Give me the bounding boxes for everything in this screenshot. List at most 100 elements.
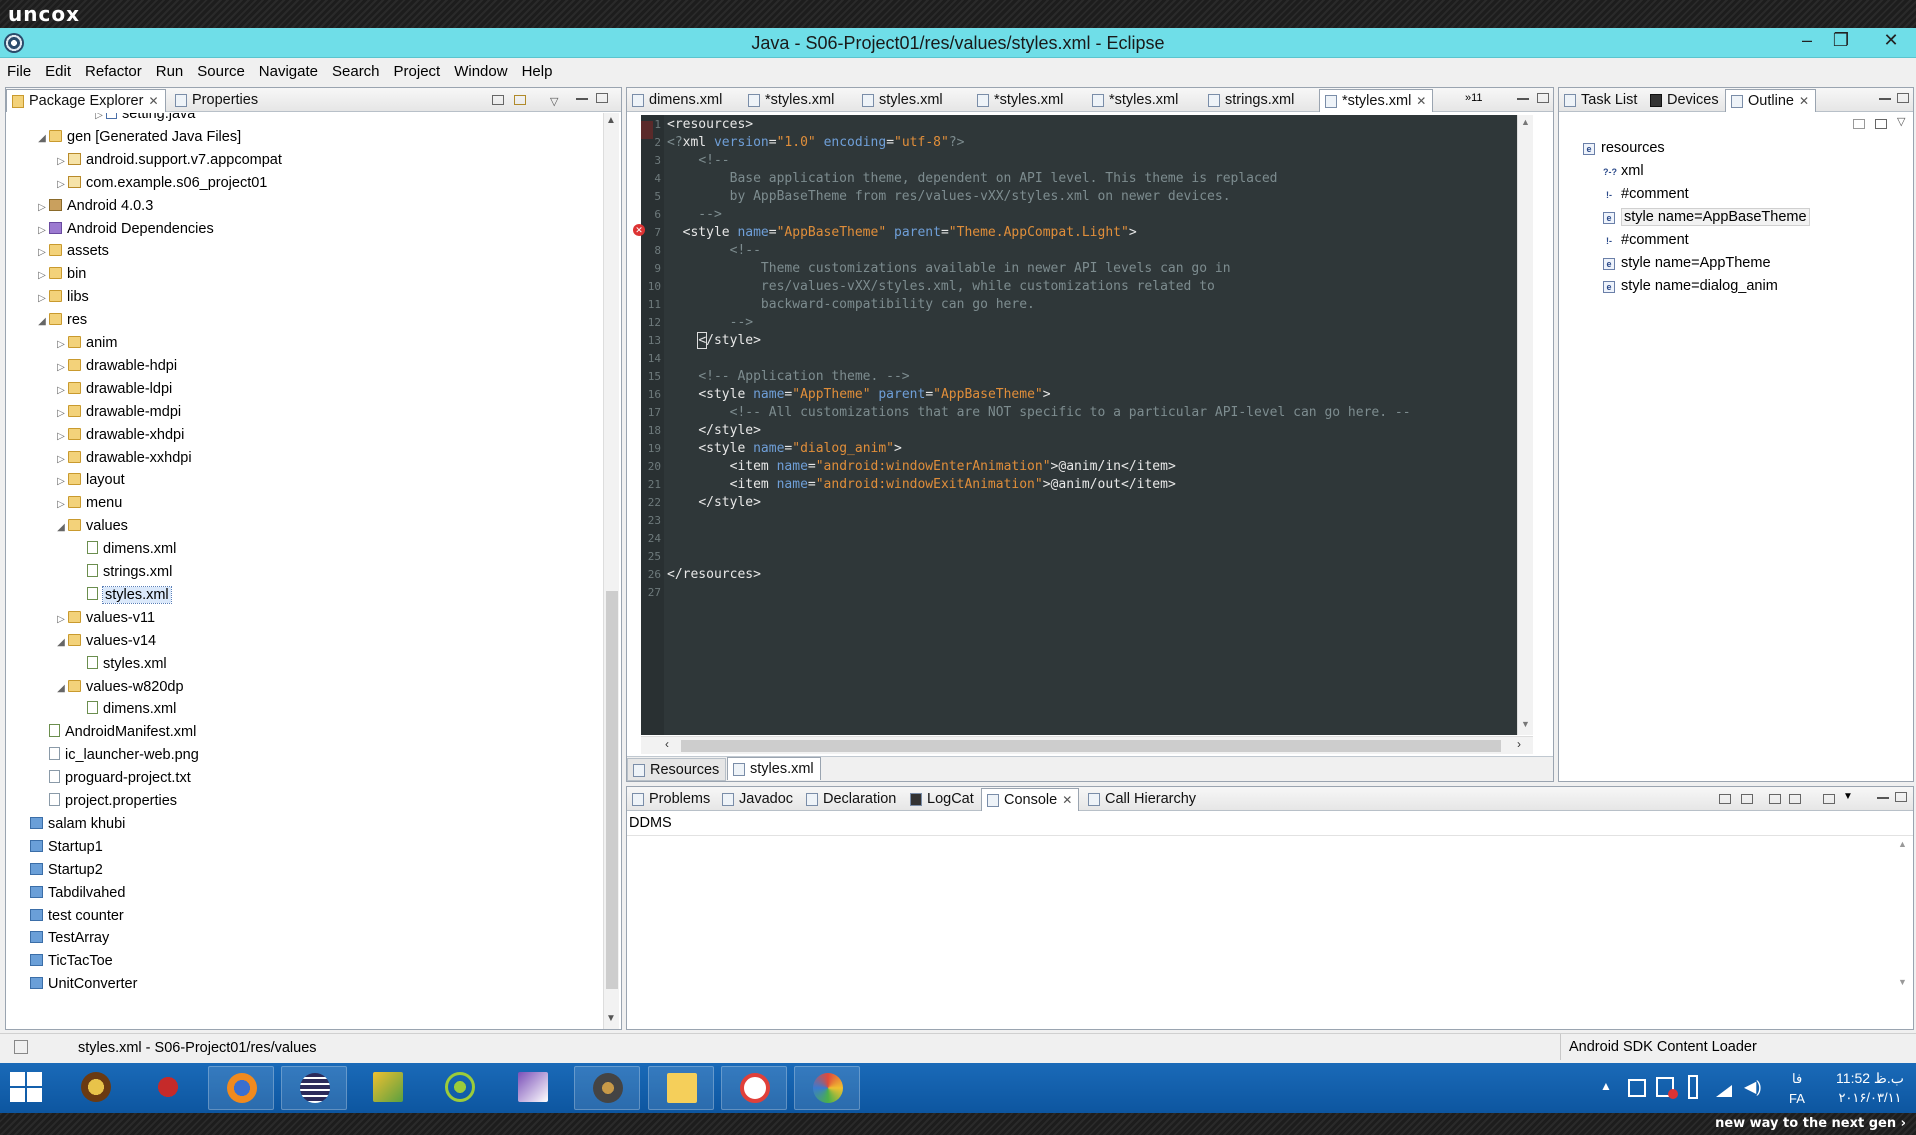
- tree-item[interactable]: ▷ values-v11: [54, 607, 155, 629]
- tab-javadoc[interactable]: Javadoc: [717, 788, 799, 811]
- minimize-view-icon[interactable]: [1517, 98, 1529, 100]
- maximize-view-icon[interactable]: [1897, 93, 1909, 103]
- code-line[interactable]: by AppBaseTheme from res/values-vXX/styl…: [667, 189, 1231, 204]
- scroll-left-icon[interactable]: ‹: [665, 737, 669, 751]
- menu-search[interactable]: Search: [325, 59, 387, 80]
- tree-item[interactable]: strings.xml: [73, 561, 172, 583]
- tree-item[interactable]: ▷ layout: [54, 469, 125, 491]
- scroll-down-icon[interactable]: ▼: [1898, 977, 1907, 987]
- expanded-icon[interactable]: ◢: [54, 678, 68, 700]
- collapsed-icon[interactable]: ▷: [54, 357, 68, 379]
- tab-styles-source[interactable]: styles.xml: [727, 757, 821, 780]
- taskbar-app-firefox[interactable]: [208, 1066, 274, 1110]
- collapsed-icon[interactable]: ▷: [35, 197, 49, 219]
- close-icon[interactable]: ✕: [1062, 793, 1072, 807]
- code-line[interactable]: <resources>: [667, 117, 753, 132]
- collapsed-icon[interactable]: ▷: [35, 242, 49, 264]
- outline-item[interactable]: e style name=AppTheme: [1603, 253, 1771, 273]
- collapsed-icon[interactable]: ▷: [35, 220, 49, 242]
- close-button[interactable]: ✕: [1876, 30, 1906, 54]
- tree-item[interactable]: ▷ android.support.v7.appcompat: [54, 149, 282, 171]
- tree-item[interactable]: ◢ gen [Generated Java Files]: [35, 126, 241, 148]
- tree-item[interactable]: ▷ Android 4.0.3: [35, 195, 153, 217]
- maximize-button[interactable]: ❐: [1826, 30, 1856, 54]
- collapsed-icon[interactable]: ▷: [35, 288, 49, 310]
- collapsed-icon[interactable]: ▷: [54, 494, 68, 516]
- code-text[interactable]: <resources> <?xml version="1.0" encoding=…: [667, 115, 1527, 715]
- close-icon[interactable]: ✕: [148, 94, 158, 108]
- tree-item[interactable]: ▷ assets: [35, 240, 109, 262]
- menu-edit[interactable]: Edit: [38, 59, 78, 80]
- taskbar-app-warcraft[interactable]: [63, 1066, 129, 1110]
- tab-call-hierarchy[interactable]: Call Hierarchy: [1083, 788, 1202, 811]
- signal-icon[interactable]: [1716, 1085, 1732, 1097]
- tree-item[interactable]: styles.xml: [73, 653, 167, 675]
- menu-project[interactable]: Project: [387, 59, 448, 80]
- taskbar-app-media[interactable]: [721, 1066, 787, 1110]
- code-line[interactable]: <item name="android:windowEnterAnimation…: [667, 459, 1176, 474]
- outline-item[interactable]: e style name=AppBaseTheme: [1603, 207, 1810, 227]
- editor-tab[interactable]: dimens.xml: [627, 89, 728, 112]
- outline-item[interactable]: e resources: [1583, 138, 1665, 158]
- tab-logcat[interactable]: LogCat: [905, 788, 980, 811]
- code-line[interactable]: <item name="android:windowExitAnimation"…: [667, 477, 1176, 492]
- taskbar-app-visual-studio[interactable]: [500, 1066, 566, 1110]
- fast-view-icon[interactable]: [14, 1040, 28, 1054]
- tree-item[interactable]: ▷ bin: [35, 263, 86, 285]
- tab-devices[interactable]: Devices: [1645, 89, 1725, 112]
- code-line[interactable]: <style name="AppBaseTheme" parent="Theme…: [667, 225, 1137, 240]
- language-indicator-top[interactable]: فا: [1792, 1071, 1802, 1087]
- tree-item[interactable]: salam khubi: [16, 813, 125, 835]
- tab-overflow-button[interactable]: »11: [1465, 92, 1483, 104]
- tab-outline[interactable]: Outline ✕: [1725, 89, 1817, 112]
- collapsed-icon[interactable]: ▷: [54, 426, 68, 448]
- menu-navigate[interactable]: Navigate: [252, 59, 325, 80]
- scroll-right-icon[interactable]: ›: [1517, 737, 1521, 751]
- menu-file[interactable]: File: [0, 59, 38, 80]
- editor-tab-active[interactable]: *styles.xml ✕: [1319, 89, 1434, 112]
- clear-console-icon[interactable]: [1719, 794, 1731, 804]
- scroll-down-icon[interactable]: ▼: [1521, 719, 1530, 729]
- tree-item[interactable]: ▷ com.example.s06_project01: [54, 172, 267, 194]
- view-menu-icon[interactable]: ▽: [550, 95, 562, 108]
- outline-item[interactable]: ?-? xml: [1603, 161, 1644, 181]
- taskbar-app-explorer[interactable]: [648, 1066, 714, 1110]
- tab-properties[interactable]: Properties: [170, 89, 264, 112]
- tree-item[interactable]: ▷ anim: [54, 332, 117, 354]
- start-button[interactable]: [10, 1072, 44, 1104]
- tree-item[interactable]: proguard-project.txt: [35, 767, 191, 789]
- collapsed-icon[interactable]: ▷: [54, 380, 68, 402]
- code-line[interactable]: </resources>: [667, 567, 761, 582]
- taskbar-app-character[interactable]: [135, 1066, 201, 1110]
- collapsed-icon[interactable]: ▷: [54, 174, 68, 196]
- code-line[interactable]: <style name="AppTheme" parent="AppBaseTh…: [667, 387, 1050, 402]
- taskbar-app-shapes[interactable]: [355, 1066, 421, 1110]
- taskbar-app-eclipse[interactable]: [281, 1066, 347, 1110]
- tree-item[interactable]: dimens.xml: [73, 538, 176, 560]
- menu-window[interactable]: Window: [447, 59, 514, 80]
- code-line[interactable]: </style>: [667, 495, 761, 510]
- clock-time[interactable]: 11:52 ب.ظ: [1832, 1070, 1908, 1087]
- editor-tab[interactable]: *styles.xml: [743, 89, 840, 112]
- tree-item[interactable]: ▷ Android Dependencies: [35, 218, 214, 240]
- editor-tab[interactable]: strings.xml: [1203, 89, 1300, 112]
- scroll-thumb[interactable]: [606, 591, 618, 989]
- editor-horizontal-scrollbar[interactable]: ‹ ›: [641, 736, 1533, 754]
- outline-item[interactable]: !- #comment: [1603, 184, 1689, 204]
- outline-item[interactable]: e style name=dialog_anim: [1603, 276, 1778, 296]
- scroll-thumb[interactable]: [681, 740, 1501, 752]
- tree-item[interactable]: ◢ values-w820dp: [54, 676, 183, 700]
- collapsed-icon[interactable]: ▷: [54, 151, 68, 173]
- tab-declaration[interactable]: Declaration: [801, 788, 902, 811]
- open-console-icon[interactable]: [1823, 794, 1835, 804]
- collapsed-icon[interactable]: ▷: [54, 471, 68, 493]
- code-line[interactable]: <!--: [667, 153, 729, 168]
- tree-item[interactable]: test counter: [16, 905, 124, 927]
- volume-icon[interactable]: ◀): [1744, 1077, 1762, 1097]
- clock-date[interactable]: ۲۰۱۶/۰۳/۱۱: [1832, 1090, 1908, 1106]
- tree-item[interactable]: Startup1: [16, 836, 103, 858]
- menu-run[interactable]: Run: [149, 59, 191, 80]
- taskbar-app-android-studio[interactable]: [427, 1066, 493, 1110]
- editor-vertical-scrollbar[interactable]: ▲ ▼: [1517, 115, 1533, 735]
- code-line[interactable]: backward-compatibility can go here.: [667, 297, 1035, 312]
